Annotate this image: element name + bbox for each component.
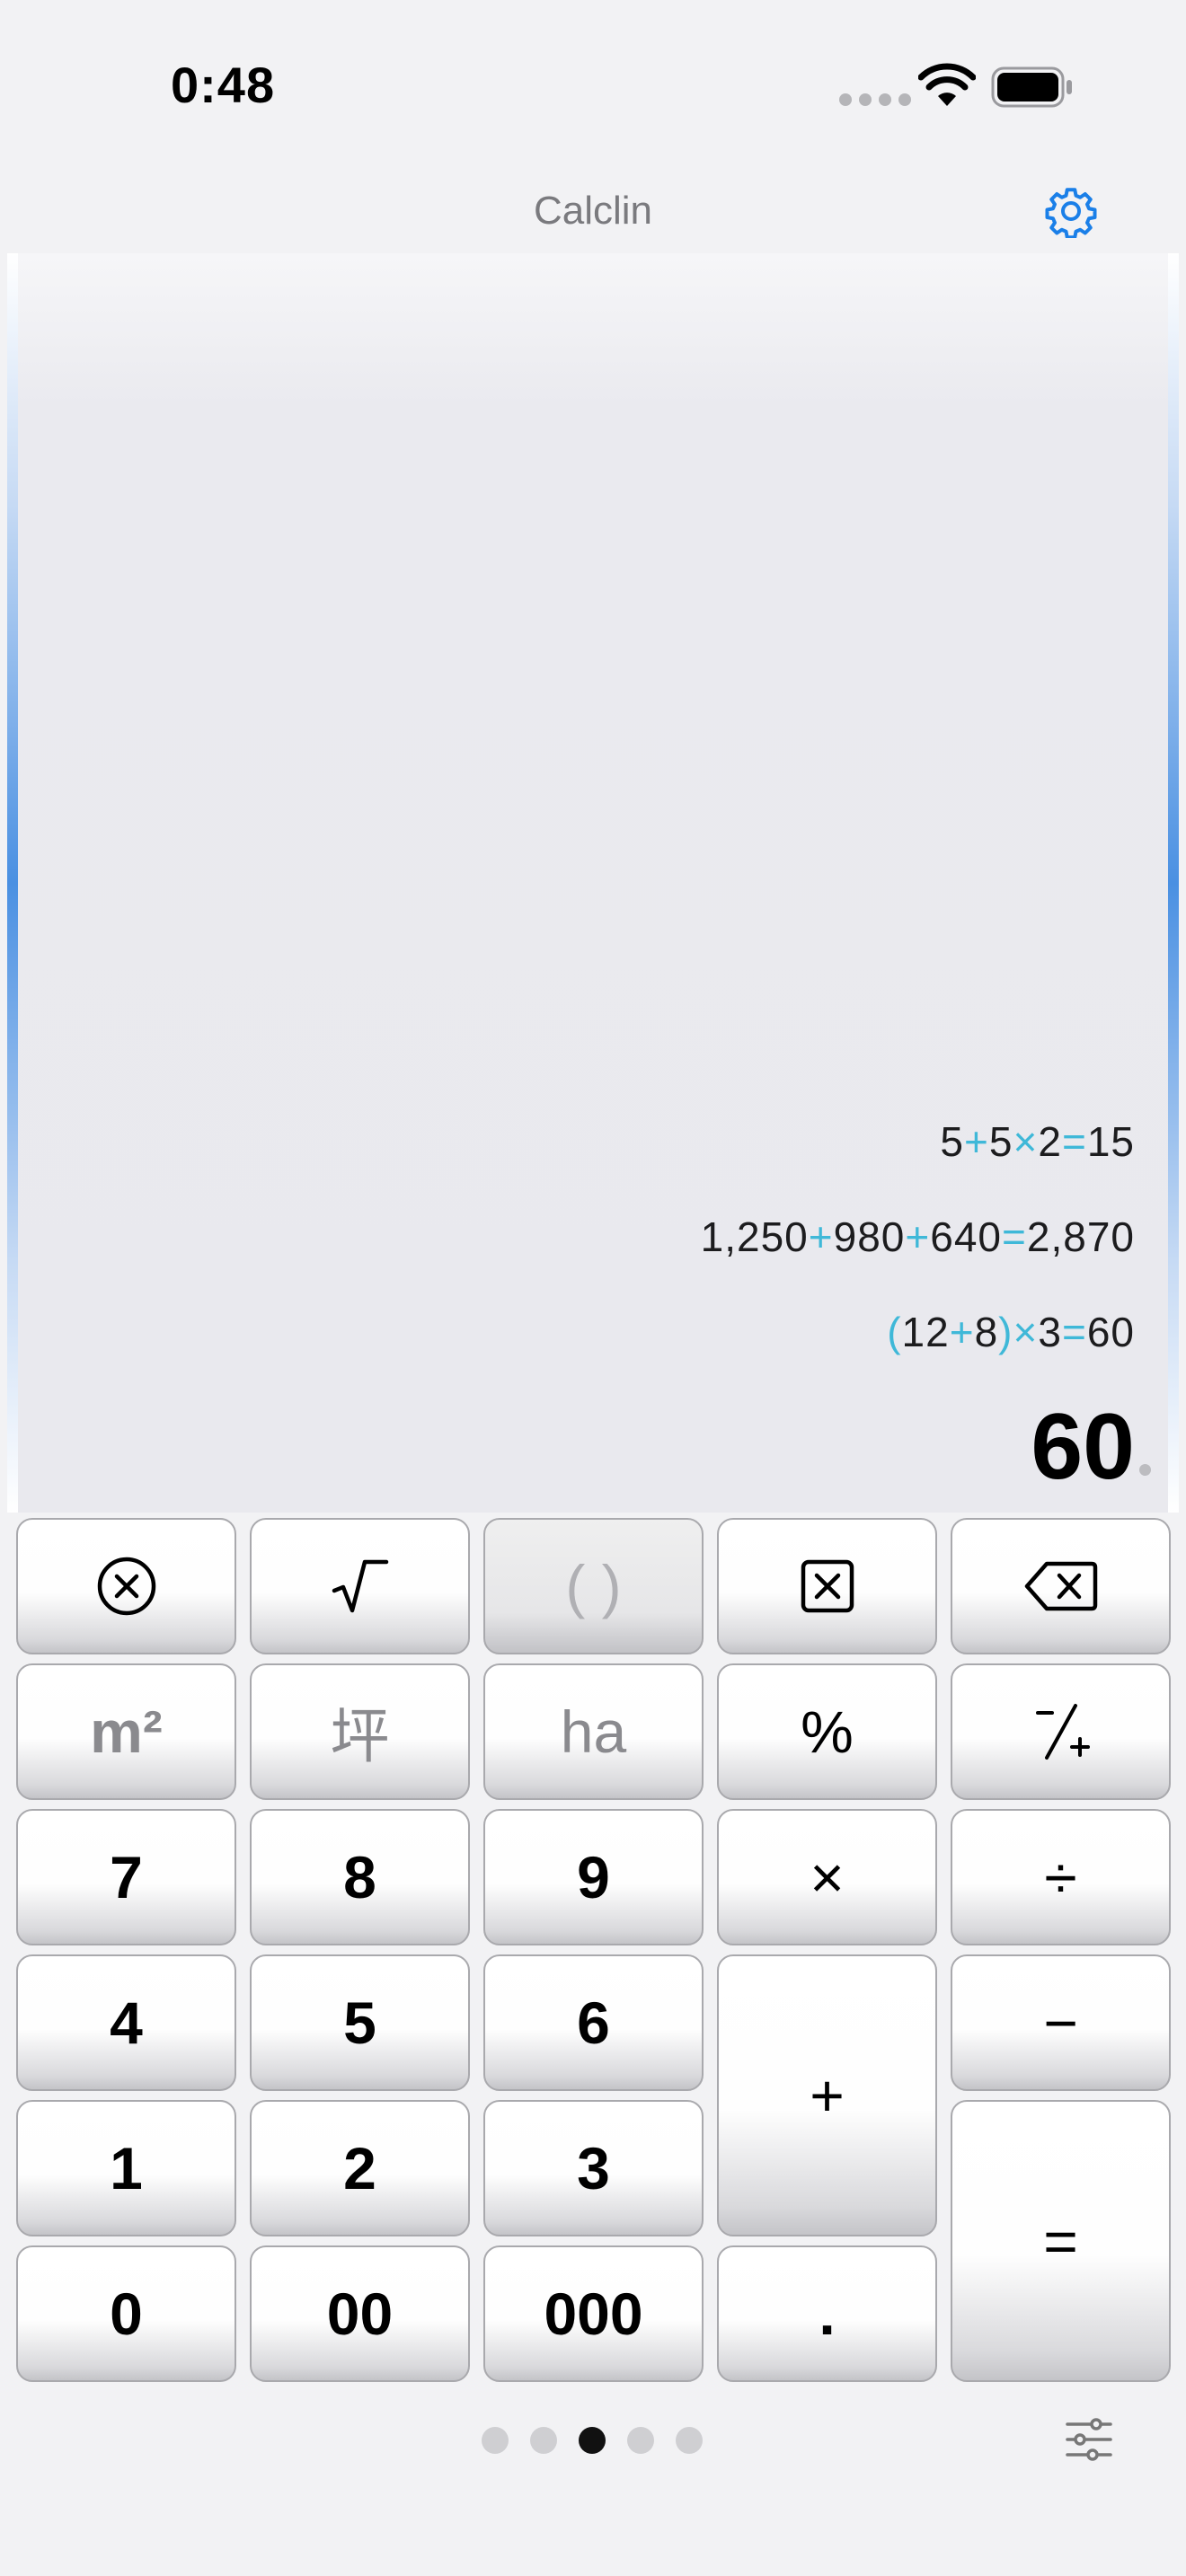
sign-toggle-button[interactable]	[951, 1663, 1171, 1800]
digit-1-button[interactable]: 1	[16, 2100, 236, 2236]
tape-number: 2,870	[1026, 1213, 1135, 1260]
app-title: Calclin	[533, 189, 653, 233]
clear-entry-button[interactable]	[717, 1518, 937, 1654]
digit-6-button[interactable]: 6	[483, 1954, 704, 2091]
minus-button[interactable]: −	[951, 1954, 1171, 2091]
decimal-indicator	[1139, 1464, 1151, 1476]
backspace-icon	[1024, 1561, 1097, 1611]
digit-4-button[interactable]: 4	[16, 1954, 236, 2091]
wifi-icon	[918, 63, 976, 106]
decimal-point-button[interactable]: .	[717, 2245, 937, 2382]
tape-number: 980	[833, 1213, 906, 1260]
tsubo-button[interactable]: 坪	[250, 1663, 470, 1800]
square-meter-button[interactable]: m²	[16, 1663, 236, 1800]
tape-operator: +	[964, 1118, 989, 1165]
backspace-button[interactable]	[951, 1518, 1171, 1654]
digit-8-button[interactable]: 8	[250, 1809, 470, 1945]
triple-zero-button[interactable]: 000	[483, 2245, 704, 2382]
status-time: 0:48	[171, 57, 276, 113]
digit-2-button[interactable]: 2	[250, 2100, 470, 2236]
tape-line: (12+8)×3=60	[887, 1308, 1135, 1356]
battery-icon	[991, 66, 1072, 108]
cellular-signal-icon	[839, 93, 911, 106]
digit-7-button[interactable]: 7	[16, 1809, 236, 1945]
page-dot-3[interactable]	[579, 2427, 606, 2454]
hectare-button[interactable]: ha	[483, 1663, 704, 1800]
all-clear-button[interactable]	[16, 1518, 236, 1654]
plus-minus-slash-icon	[1035, 1704, 1090, 1760]
percent-button[interactable]: %	[717, 1663, 937, 1800]
square-root-icon	[332, 1559, 388, 1613]
tape-operator: =	[1061, 1118, 1087, 1165]
page-indicator[interactable]	[482, 2427, 703, 2454]
equals-button[interactable]: =	[951, 2100, 1171, 2382]
page-dot-1[interactable]	[482, 2427, 509, 2454]
tape-operator: ×	[1013, 1118, 1039, 1165]
multiply-button[interactable]: ×	[717, 1809, 937, 1945]
tape-number: 5	[940, 1118, 965, 1165]
tape-number: 12	[901, 1309, 950, 1355]
square-x-icon	[801, 1559, 854, 1613]
tape-operator: +	[949, 1309, 975, 1355]
digit-0-button[interactable]: 0	[16, 2245, 236, 2382]
tape-operator: (	[887, 1309, 902, 1355]
digit-3-button[interactable]: 3	[483, 2100, 704, 2236]
status-bar: 0:48	[0, 0, 1186, 171]
tape-operator: )	[998, 1309, 1013, 1355]
tape-number: 15	[1086, 1118, 1135, 1165]
tape-operator: =	[1002, 1213, 1027, 1260]
circle-x-icon	[97, 1557, 155, 1616]
tape-number: 3	[1038, 1309, 1062, 1355]
sliders-settings-icon[interactable]	[1064, 2416, 1114, 2463]
tape-operator: =	[1061, 1309, 1087, 1355]
tape-number: 60	[1086, 1309, 1135, 1355]
square-root-button[interactable]	[250, 1518, 470, 1654]
page-dot-2[interactable]	[530, 2427, 557, 2454]
divide-button[interactable]: ÷	[951, 1809, 1171, 1945]
tape-number: 8	[974, 1309, 999, 1355]
digit-9-button[interactable]: 9	[483, 1809, 704, 1945]
tape-operator: +	[808, 1213, 834, 1260]
double-zero-button[interactable]: 00	[250, 2245, 470, 2382]
settings-gear-icon[interactable]	[1044, 184, 1098, 238]
plus-button[interactable]: +	[717, 1954, 937, 2236]
tape-line: 5+5×2=15	[940, 1117, 1135, 1166]
tape-operator: +	[905, 1213, 931, 1260]
tape-number: 2	[1038, 1118, 1062, 1165]
page-dot-5[interactable]	[676, 2427, 703, 2454]
parentheses-button[interactable]: ( )	[483, 1518, 704, 1654]
result-value: 60	[1031, 1395, 1135, 1499]
digit-5-button[interactable]: 5	[250, 1954, 470, 2091]
display-edge-right	[1168, 253, 1179, 1513]
tape-number: 640	[930, 1213, 1002, 1260]
tape-line: 1,250+980+640=2,870	[701, 1213, 1135, 1261]
page-dot-4[interactable]	[627, 2427, 654, 2454]
display-edge-left	[7, 253, 18, 1513]
tape-operator: ×	[1013, 1309, 1039, 1355]
tape-number: 1,250	[700, 1213, 809, 1260]
tape-number: 5	[988, 1118, 1013, 1165]
